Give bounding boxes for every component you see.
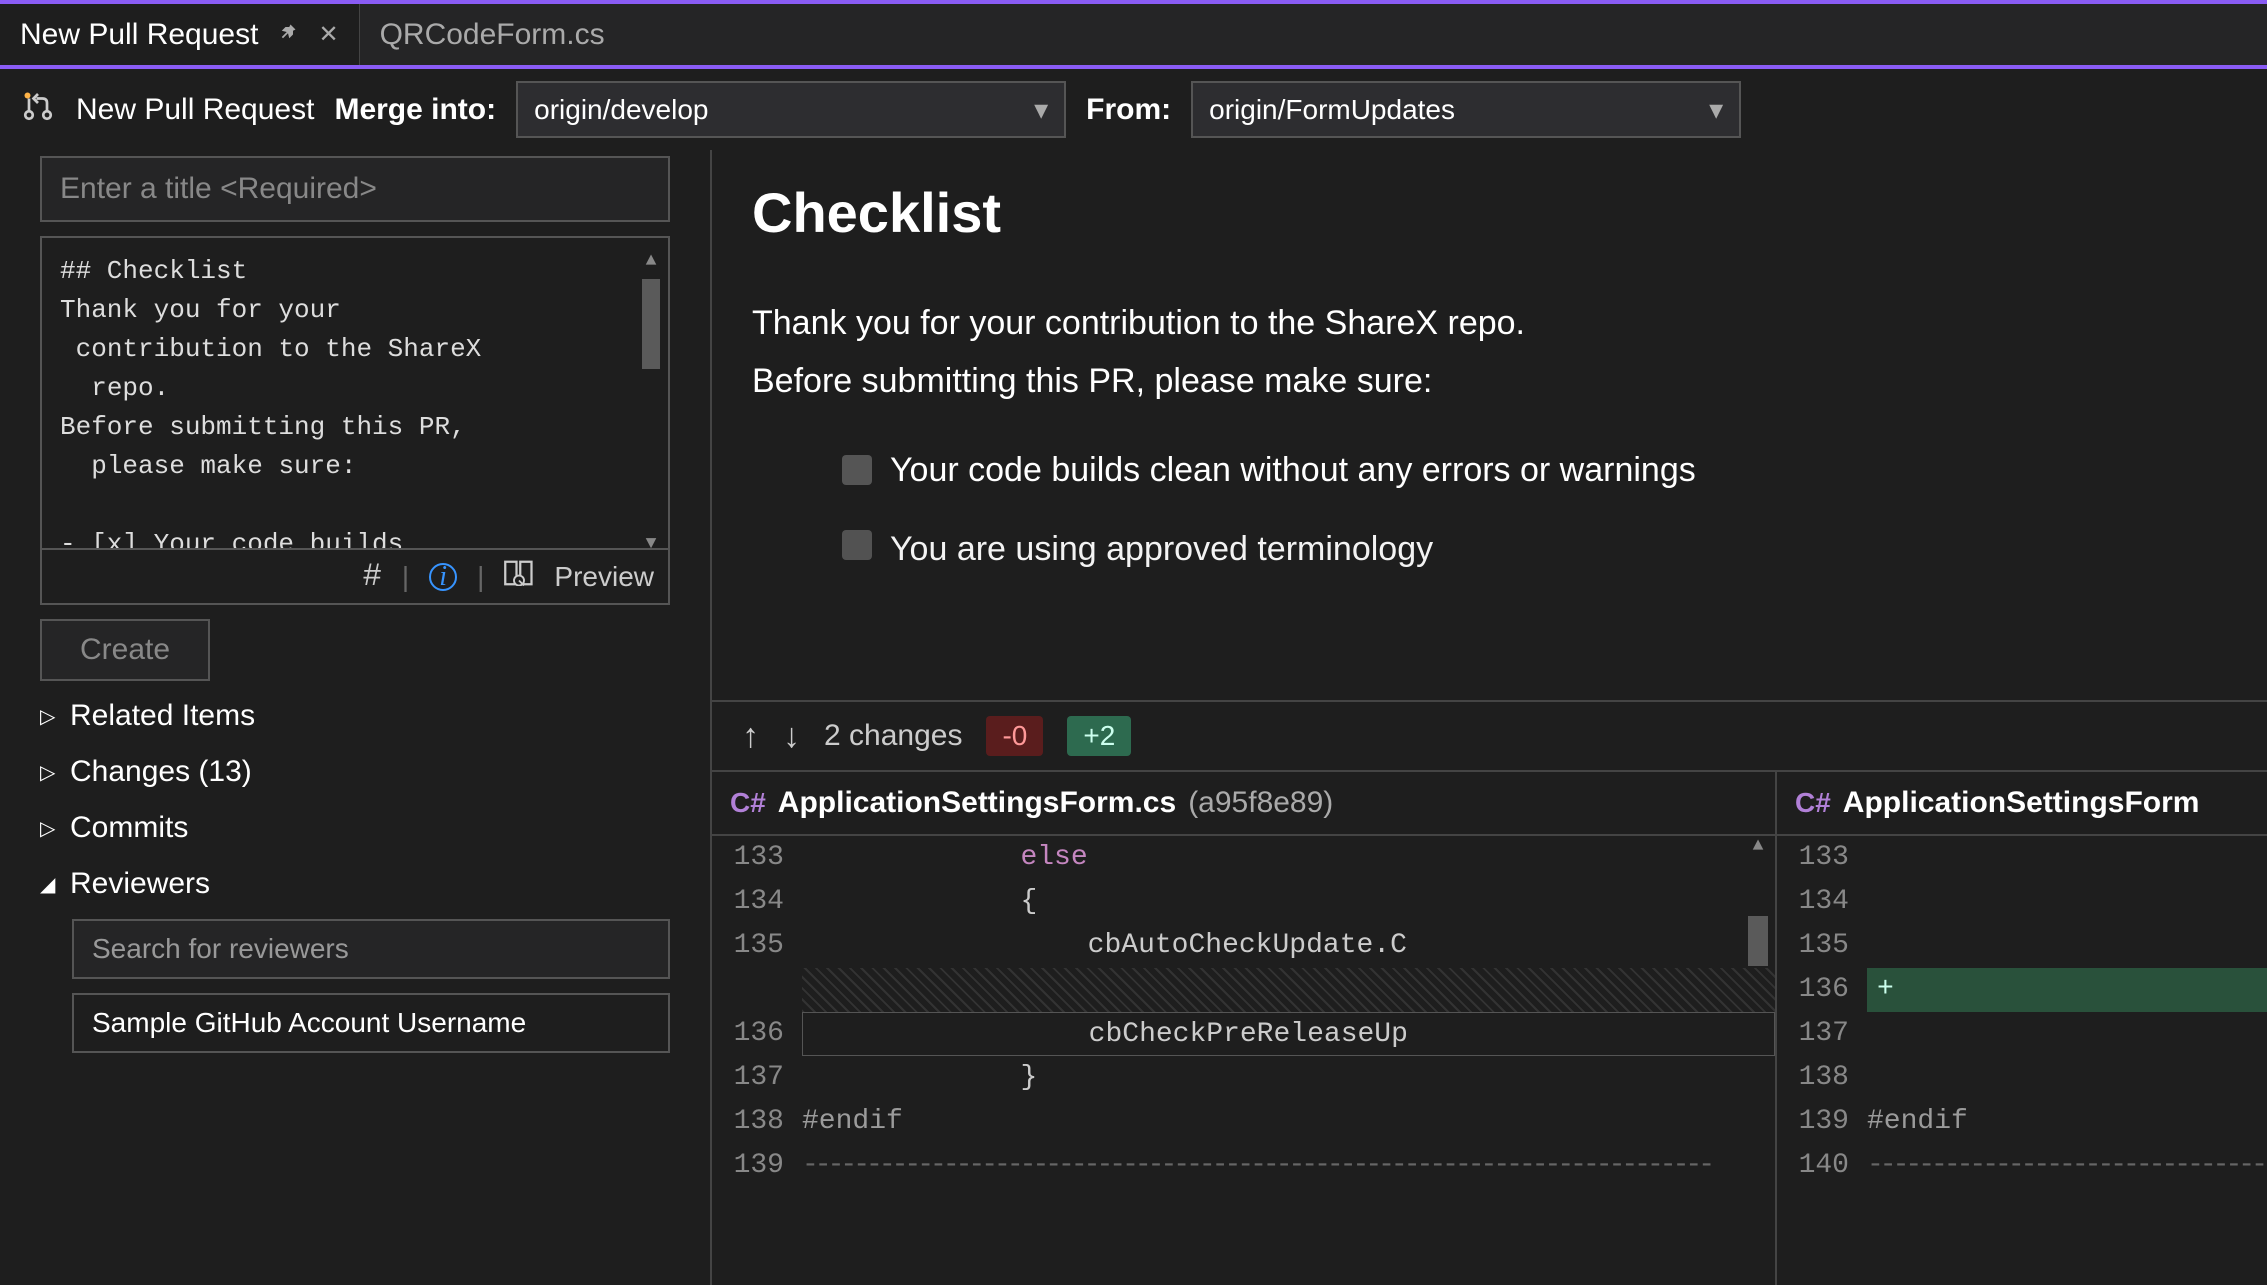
reviewer-item[interactable]: Sample GitHub Account Username — [72, 993, 670, 1053]
from-branch-dropdown[interactable]: origin/FormUpdates ▾ — [1191, 81, 1741, 138]
scrollbar[interactable]: ▲ ▼ — [640, 248, 662, 548]
code-old[interactable]: 133 134 135 136 137 138 139 else { — [712, 836, 1775, 1188]
merge-into-label: Merge into: — [334, 93, 496, 127]
preview-heading: Checklist — [752, 180, 2227, 245]
from-branch-value: origin/FormUpdates — [1209, 94, 1455, 126]
arrow-up-icon[interactable]: ↑ — [742, 717, 759, 756]
pr-description-input[interactable]: ## Checklist Thank you for your contribu… — [42, 238, 668, 548]
tree-commits[interactable]: ▷ Commits — [40, 807, 670, 849]
close-icon[interactable]: ✕ — [318, 20, 338, 49]
diff-filename: ApplicationSettingsForm — [1843, 786, 2200, 820]
description-footer: # | i | Preview — [42, 548, 668, 603]
preview-checklist-item: You are using approved terminology — [752, 530, 2227, 568]
toolbar-title: New Pull Request — [76, 93, 314, 127]
pin-icon[interactable] — [278, 21, 298, 49]
tree-reviewers[interactable]: ◢ Reviewers — [40, 863, 670, 905]
preview-paragraph: Before submitting this PR, please make s… — [752, 353, 2227, 411]
tab-bar: New Pull Request ✕ QRCodeForm.cs — [0, 4, 2267, 69]
scroll-down-icon[interactable]: ▼ — [646, 531, 657, 548]
code-lines: else { cbAutoCheckUpdate.C cbCheckPreRel… — [802, 836, 1775, 1188]
chevron-right-icon: ▷ — [40, 704, 60, 729]
code-new[interactable]: 133 134 135 136 137 138 139 140 + — [1777, 836, 2267, 1188]
merge-branch-value: origin/develop — [534, 94, 708, 126]
diff-toolbar: ↑ ↓ 2 changes -0 +2 — [712, 700, 2267, 770]
additions-badge: +2 — [1067, 716, 1131, 756]
preview-checklist-item: Your code builds clean without any error… — [752, 451, 2227, 490]
diff-view: C# ApplicationSettingsForm.cs (a95f8e89)… — [712, 770, 2267, 1285]
reviewer-search-input[interactable]: Search for reviewers — [72, 919, 670, 979]
tree-changes[interactable]: ▷ Changes (13) — [40, 751, 670, 793]
line-numbers: 133 134 135 136 137 138 139 140 — [1777, 836, 1867, 1188]
diff-file-header: C# ApplicationSettingsForm — [1777, 772, 2267, 836]
chevron-down-icon: ▾ — [1034, 93, 1048, 126]
pr-description-box: ## Checklist Thank you for your contribu… — [40, 236, 670, 605]
scroll-thumb[interactable] — [1748, 916, 1768, 966]
from-label: From: — [1086, 93, 1171, 127]
diff-old: C# ApplicationSettingsForm.cs (a95f8e89)… — [712, 772, 1777, 1285]
chevron-right-icon: ▷ — [40, 816, 60, 841]
tab-new-pr[interactable]: New Pull Request ✕ — [0, 4, 360, 65]
checkbox-icon[interactable] — [842, 455, 872, 485]
tab-title: QRCodeForm.cs — [380, 18, 605, 52]
tree-related-items[interactable]: ▷ Related Items — [40, 695, 670, 737]
create-button[interactable]: Create — [40, 619, 210, 681]
scroll-up-icon[interactable]: ▲ — [646, 248, 657, 275]
diff-filename: ApplicationSettingsForm.cs — [778, 786, 1176, 820]
hash-icon[interactable]: # — [363, 558, 382, 595]
merge-branch-dropdown[interactable]: origin/develop ▾ — [516, 81, 1066, 138]
preview-diff-panel: Checklist Thank you for your contributio… — [710, 150, 2267, 1285]
changes-count: 2 changes — [824, 719, 962, 753]
cs-file-icon: C# — [1795, 787, 1831, 819]
pr-title-input[interactable]: Enter a title <Required> — [40, 156, 670, 222]
checkbox-icon[interactable] — [842, 530, 872, 560]
chevron-down-icon: ▾ — [1709, 93, 1723, 126]
preview-button-label[interactable]: Preview — [554, 561, 654, 593]
preview-paragraph: Thank you for your contribution to the S… — [752, 295, 2227, 353]
deletions-badge: -0 — [986, 716, 1043, 756]
diff-commit-hash: (a95f8e89) — [1188, 786, 1333, 820]
cs-file-icon: C# — [730, 787, 766, 819]
line-numbers: 133 134 135 136 137 138 139 — [712, 836, 802, 1188]
preview-toggle-icon[interactable] — [504, 560, 534, 593]
code-lines: + #endif -------------------------------… — [1867, 836, 2267, 1188]
code-scrollbar[interactable]: ▲ — [1745, 836, 1771, 996]
info-icon[interactable]: i — [429, 563, 457, 591]
diff-file-header: C# ApplicationSettingsForm.cs (a95f8e89) — [712, 772, 1775, 836]
pr-icon — [20, 88, 56, 131]
chevron-right-icon: ▷ — [40, 760, 60, 785]
arrow-down-icon[interactable]: ↓ — [783, 717, 800, 756]
tab-qrcodeform[interactable]: QRCodeForm.cs — [360, 4, 625, 65]
scroll-up-icon[interactable]: ▲ — [1753, 836, 1764, 856]
diff-new: C# ApplicationSettingsForm 133 134 135 1… — [1777, 772, 2267, 1285]
tab-title: New Pull Request — [20, 18, 258, 52]
pr-form-panel: Enter a title <Required> ## Checklist Th… — [0, 150, 710, 1285]
pr-toolbar: New Pull Request Merge into: origin/deve… — [0, 69, 2267, 150]
chevron-down-icon: ◢ — [40, 872, 60, 897]
scroll-thumb[interactable] — [642, 279, 660, 369]
markdown-preview: Checklist Thank you for your contributio… — [712, 150, 2267, 700]
